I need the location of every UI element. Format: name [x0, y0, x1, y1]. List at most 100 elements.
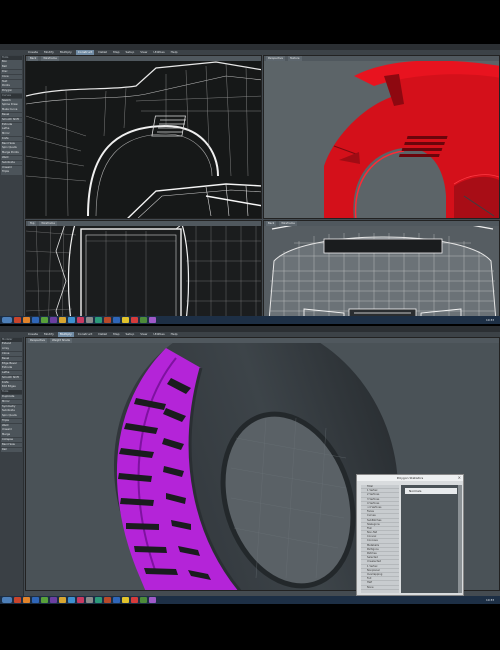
- tool-button-mirror[interactable]: Mirror: [1, 132, 22, 137]
- taskbar-app-2[interactable]: [32, 317, 39, 323]
- tool-button-disc[interactable]: Disc: [1, 69, 22, 75]
- taskbar-app-15[interactable]: [149, 597, 156, 603]
- polygon-statistics-panel[interactable]: Polygon Statistics × Total 1 Vertex 2 Vert…: [356, 474, 464, 596]
- taskbar-app-8[interactable]: [86, 597, 93, 603]
- tool-button-bevel[interactable]: Bevel: [1, 112, 22, 118]
- taskbar-app-5[interactable]: [59, 317, 66, 323]
- tool-button-smooth-shift[interactable]: Smooth Shift: [1, 375, 22, 381]
- tool-button-extend[interactable]: Extend: [1, 342, 22, 347]
- taskbar-app-5[interactable]: [59, 597, 66, 603]
- mode-dropdown[interactable]: Normals: [405, 488, 457, 494]
- tool-button-rail[interactable]: Rail: [1, 447, 22, 452]
- start-button[interactable]: [2, 597, 12, 603]
- viewport-back-wireframe[interactable]: Back Wireframe: [25, 55, 262, 219]
- tool-button-clone[interactable]: Clone: [1, 351, 22, 357]
- taskbar-app-4[interactable]: [50, 597, 57, 603]
- render-mode[interactable]: Texture: [288, 56, 302, 61]
- tool-button-band-saw[interactable]: Band Saw: [1, 141, 22, 146]
- tool-button-box[interactable]: Box: [1, 60, 22, 65]
- taskbar-app-7[interactable]: [77, 317, 84, 323]
- view-mode[interactable]: Top: [28, 221, 37, 226]
- view-mode[interactable]: Back: [266, 221, 277, 226]
- tool-button-spin-quads[interactable]: Spin Quads: [1, 146, 22, 151]
- tool-button-mirror[interactable]: Mirror: [1, 399, 22, 404]
- taskbar-app-1[interactable]: [23, 317, 30, 323]
- render-mode[interactable]: Wireframe: [39, 221, 57, 226]
- tool-button-text[interactable]: Text: [1, 79, 22, 84]
- tool-button-spline-draw[interactable]: Spline Draw: [1, 103, 22, 108]
- tool-button-bevel[interactable]: Bevel: [1, 356, 22, 361]
- tool-button-collapse[interactable]: Collapse: [1, 438, 22, 443]
- tool-button-extrude[interactable]: Extrude: [1, 366, 22, 371]
- tool-button-sketch[interactable]: Sketch: [1, 98, 22, 103]
- taskbar-app-11[interactable]: [113, 597, 120, 603]
- taskbar-app-14[interactable]: [140, 317, 147, 323]
- view-mode[interactable]: Back: [28, 56, 39, 61]
- taskbar-app-0[interactable]: [14, 317, 21, 323]
- view-mode[interactable]: Perspective: [266, 56, 286, 61]
- taskbar-app-7[interactable]: [77, 597, 84, 603]
- taskbar-app-3[interactable]: [41, 317, 48, 323]
- tool-button-triple[interactable]: Triple: [1, 170, 22, 175]
- tool-button-edit-edges[interactable]: Edit Edges: [1, 385, 22, 390]
- scrollbar[interactable]: [458, 485, 462, 593]
- tool-button-knife[interactable]: Knife: [1, 380, 22, 385]
- taskbar-app-11[interactable]: [113, 317, 120, 323]
- statistics-row[interactable]: None: [361, 586, 399, 590]
- taskbar-app-13[interactable]: [131, 317, 138, 323]
- tool-button-unweld[interactable]: Unweld: [1, 165, 22, 170]
- taskbar-app-1[interactable]: [23, 597, 30, 603]
- tool-button-triple[interactable]: Triple: [1, 418, 22, 424]
- taskbar-app-6[interactable]: [68, 317, 75, 323]
- tool-button-polygon[interactable]: Polygon: [1, 89, 22, 94]
- render-mode[interactable]: Wireframe: [279, 221, 297, 226]
- taskbar-app-3[interactable]: [41, 597, 48, 603]
- tool-button-symmetry[interactable]: Symmetry: [1, 404, 22, 409]
- tool-button-band-saw[interactable]: Band Saw: [1, 442, 22, 447]
- view-mode[interactable]: Perspective: [28, 338, 48, 343]
- taskbar-app-10[interactable]: [104, 597, 111, 603]
- tool-button-lathe[interactable]: Lathe: [1, 371, 22, 376]
- tool-button-extrude[interactable]: Extrude: [1, 122, 22, 127]
- taskbar-app-4[interactable]: [50, 317, 57, 323]
- tool-button-weld[interactable]: Weld: [1, 423, 22, 428]
- close-icon[interactable]: ×: [458, 475, 461, 481]
- tool-button-smooth-shift[interactable]: Smooth Shift: [1, 117, 22, 122]
- taskbar-app-9[interactable]: [95, 597, 102, 603]
- taskbar-app-6[interactable]: [68, 597, 75, 603]
- start-button[interactable]: [2, 317, 12, 323]
- tool-button-subdivide[interactable]: Subdivide: [1, 160, 22, 165]
- tool-button-make-curve[interactable]: Make Curve: [1, 108, 22, 113]
- tool-button-array[interactable]: Array: [1, 347, 22, 352]
- tool-group-tools: Tools: [1, 55, 22, 60]
- tool-button-spin-quads[interactable]: Spin Quads: [1, 414, 22, 419]
- render-mode[interactable]: Wireframe: [41, 56, 59, 61]
- tool-button-weld[interactable]: Weld: [1, 156, 22, 161]
- tool-button-ball[interactable]: Ball: [1, 65, 22, 70]
- tool-button-knife[interactable]: Knife: [1, 136, 22, 142]
- tool-button-merge-points[interactable]: Merge Points: [1, 151, 22, 156]
- tool-button-cone[interactable]: Cone: [1, 74, 22, 79]
- tool-button-edge-bevel[interactable]: Edge Bevel: [1, 361, 22, 366]
- taskbar-app-0[interactable]: [14, 597, 21, 603]
- tool-button-points[interactable]: Points: [1, 84, 22, 89]
- tool-button-unweld[interactable]: Unweld: [1, 428, 22, 433]
- taskbar-app-13[interactable]: [131, 597, 138, 603]
- taskbar-app-8[interactable]: [86, 317, 93, 323]
- tool-button-duplicate[interactable]: Duplicate: [1, 394, 22, 400]
- viewport-top-wireframe[interactable]: Top Wireframe: [25, 220, 262, 324]
- viewport-back-wireframe-rear[interactable]: Back Wireframe: [263, 220, 500, 324]
- taskbar-app-14[interactable]: [140, 597, 147, 603]
- tool-button-lathe[interactable]: Lathe: [1, 127, 22, 132]
- tool-button-subdivide[interactable]: Subdivide: [1, 409, 22, 414]
- tool-button-merge[interactable]: Merge: [1, 433, 22, 438]
- taskbar-app-2[interactable]: [32, 597, 39, 603]
- taskbar-app-10[interactable]: [104, 317, 111, 323]
- taskbar-app-12[interactable]: [122, 317, 129, 323]
- taskbar-app-9[interactable]: [95, 317, 102, 323]
- viewport-perspective-texture[interactable]: Perspective Texture: [263, 55, 500, 219]
- taskbar-app-12[interactable]: [122, 597, 129, 603]
- panel-title-bar[interactable]: Polygon Statistics ×: [357, 475, 463, 481]
- render-mode[interactable]: Weight Shade: [50, 338, 73, 343]
- taskbar-app-15[interactable]: [149, 317, 156, 323]
